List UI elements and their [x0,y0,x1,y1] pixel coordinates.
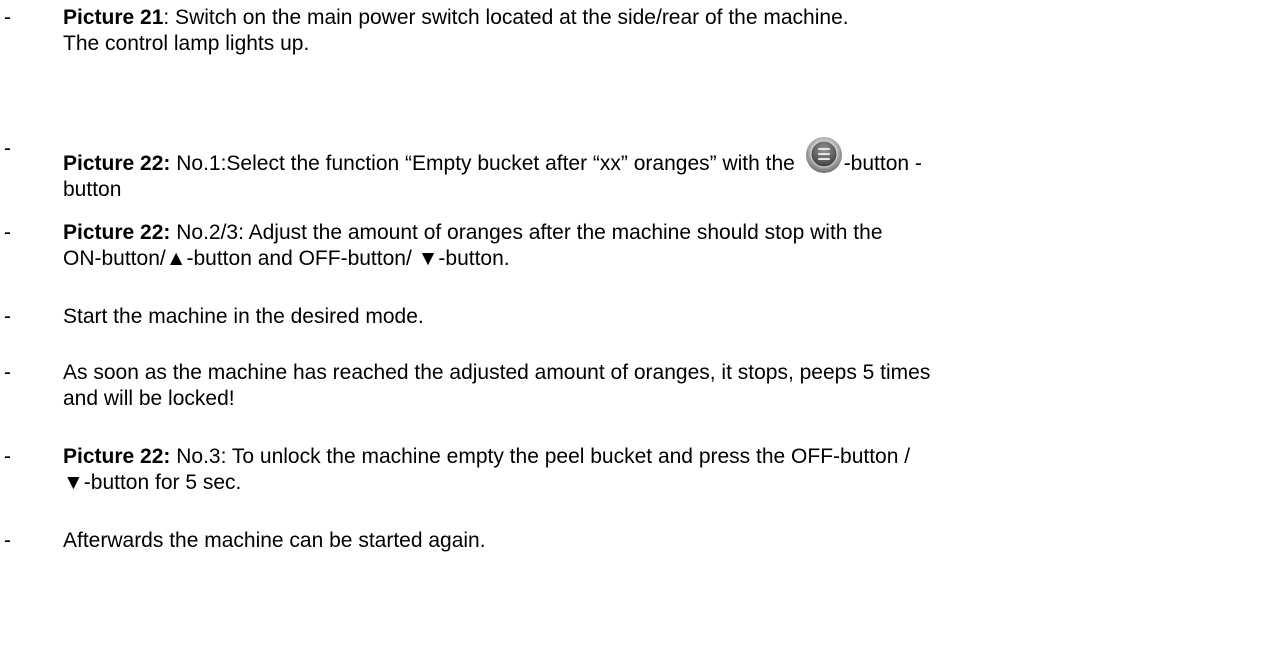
menu-button-icon [805,136,843,174]
list-item-text: Start the machine in the desired mode. [63,304,1278,330]
bullet-dash: - [4,221,11,244]
picture-reference: Picture 22: [63,445,171,468]
list-item-text: Picture 21: Switch on the main power swi… [63,5,1278,57]
bullet-dash: - [4,305,11,328]
list-item-text: Picture 22: No.3: To unlock the machine … [63,444,1278,496]
picture-reference: Picture 22: [63,152,171,175]
instruction-text: Afterwards the machine can be started ag… [63,529,486,552]
instruction-text-suffix: -button - [843,152,922,175]
bullet-dash: - [4,6,11,29]
picture-reference: Picture 21 [63,6,164,29]
bullet-dash: - [4,445,11,468]
list-item-text: Picture 22: No.2/3: Adjust the amount of… [63,220,1278,272]
list-item-text: Afterwards the machine can be started ag… [63,528,1278,554]
instruction-text: No.1:Select the function “Empty bucket a… [170,152,801,175]
instruction-text: As soon as the machine has reached the a… [63,361,931,384]
instruction-text: No.2/3: Adjust the amount of oranges aft… [170,221,883,244]
instruction-text-line2: ▼-button for 5 sec. [63,471,242,494]
instruction-text-line2: button [63,178,122,201]
instruction-text-line2: The control lamp lights up. [63,32,310,55]
bullet-dash: - [4,361,11,384]
list-item-text: Picture 22: No.1:Select the function “Em… [63,136,1278,203]
instruction-text: Start the machine in the desired mode. [63,305,424,328]
bullet-dash: - [4,529,11,552]
document-page: { "dash": "-", "items": [ { "label": "Pi… [0,0,1284,649]
instruction-text-line2: and will be locked! [63,387,235,410]
picture-reference: Picture 22: [63,221,171,244]
bullet-dash: - [4,137,11,160]
instruction-text-line2: ON-button/▲-button and OFF-button/ ▼-but… [63,247,510,270]
list-item-text: As soon as the machine has reached the a… [63,360,1278,412]
instruction-text: : Switch on the main power switch locate… [163,6,849,29]
instruction-text: No.3: To unlock the machine empty the pe… [170,445,911,468]
